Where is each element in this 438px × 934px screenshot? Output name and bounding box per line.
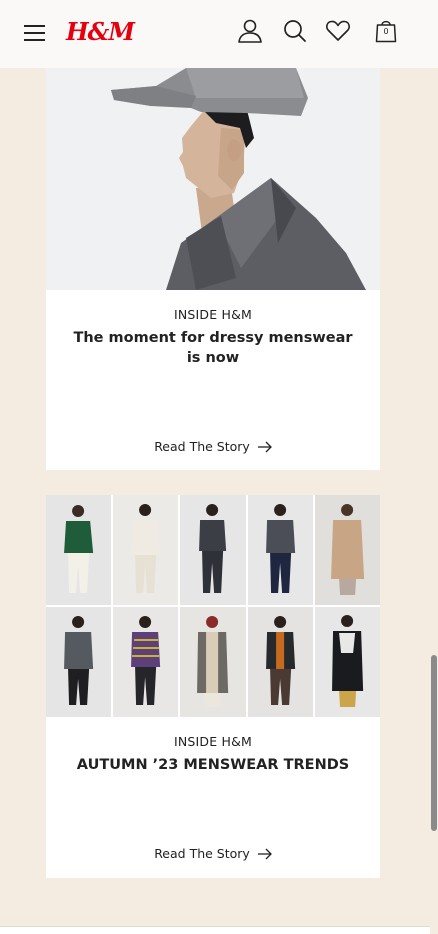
arrow-right-icon bbox=[257, 848, 272, 859]
user-icon[interactable] bbox=[237, 18, 263, 44]
article-category: INSIDE H&M bbox=[173, 307, 253, 322]
search-icon[interactable] bbox=[282, 18, 308, 44]
article-card[interactable]: INSIDE H&M AUTUMN ’23 MENSWEAR TRENDS Re… bbox=[46, 495, 380, 878]
arrow-right-icon bbox=[257, 441, 272, 452]
look-image bbox=[314, 607, 380, 717]
look-image bbox=[180, 495, 246, 605]
look-image bbox=[46, 607, 112, 717]
read-story-label: Read The Story bbox=[154, 846, 250, 861]
look-image bbox=[247, 607, 313, 717]
vertical-scrollbar[interactable] bbox=[430, 68, 438, 933]
look-image bbox=[46, 495, 112, 605]
heart-icon[interactable] bbox=[325, 18, 351, 44]
article-image[interactable] bbox=[46, 68, 380, 290]
look-image bbox=[113, 495, 179, 605]
article-title[interactable]: The moment for dressy menswear is now bbox=[66, 328, 360, 368]
read-story-link[interactable]: Read The Story bbox=[46, 846, 380, 861]
hamburger-menu-icon[interactable] bbox=[24, 25, 45, 41]
read-story-link[interactable]: Read The Story bbox=[46, 439, 380, 454]
bag-count: 0 bbox=[383, 27, 389, 36]
article-category: INSIDE H&M bbox=[173, 734, 253, 749]
article-title[interactable]: AUTUMN ’23 MENSWEAR TRENDS bbox=[66, 755, 360, 775]
look-image bbox=[113, 607, 179, 717]
article-card[interactable]: INSIDE H&M The moment for dressy menswea… bbox=[46, 68, 380, 470]
shopping-bag-icon[interactable]: 0 bbox=[375, 18, 397, 44]
article-image-grid[interactable] bbox=[46, 495, 380, 717]
look-image bbox=[180, 607, 246, 717]
read-story-label: Read The Story bbox=[154, 439, 250, 454]
brand-logo[interactable]: H&M bbox=[66, 17, 135, 46]
look-image bbox=[314, 495, 380, 605]
site-header: H&M 0 bbox=[0, 0, 438, 68]
scrollbar-thumb[interactable] bbox=[431, 655, 437, 831]
look-image bbox=[247, 495, 313, 605]
